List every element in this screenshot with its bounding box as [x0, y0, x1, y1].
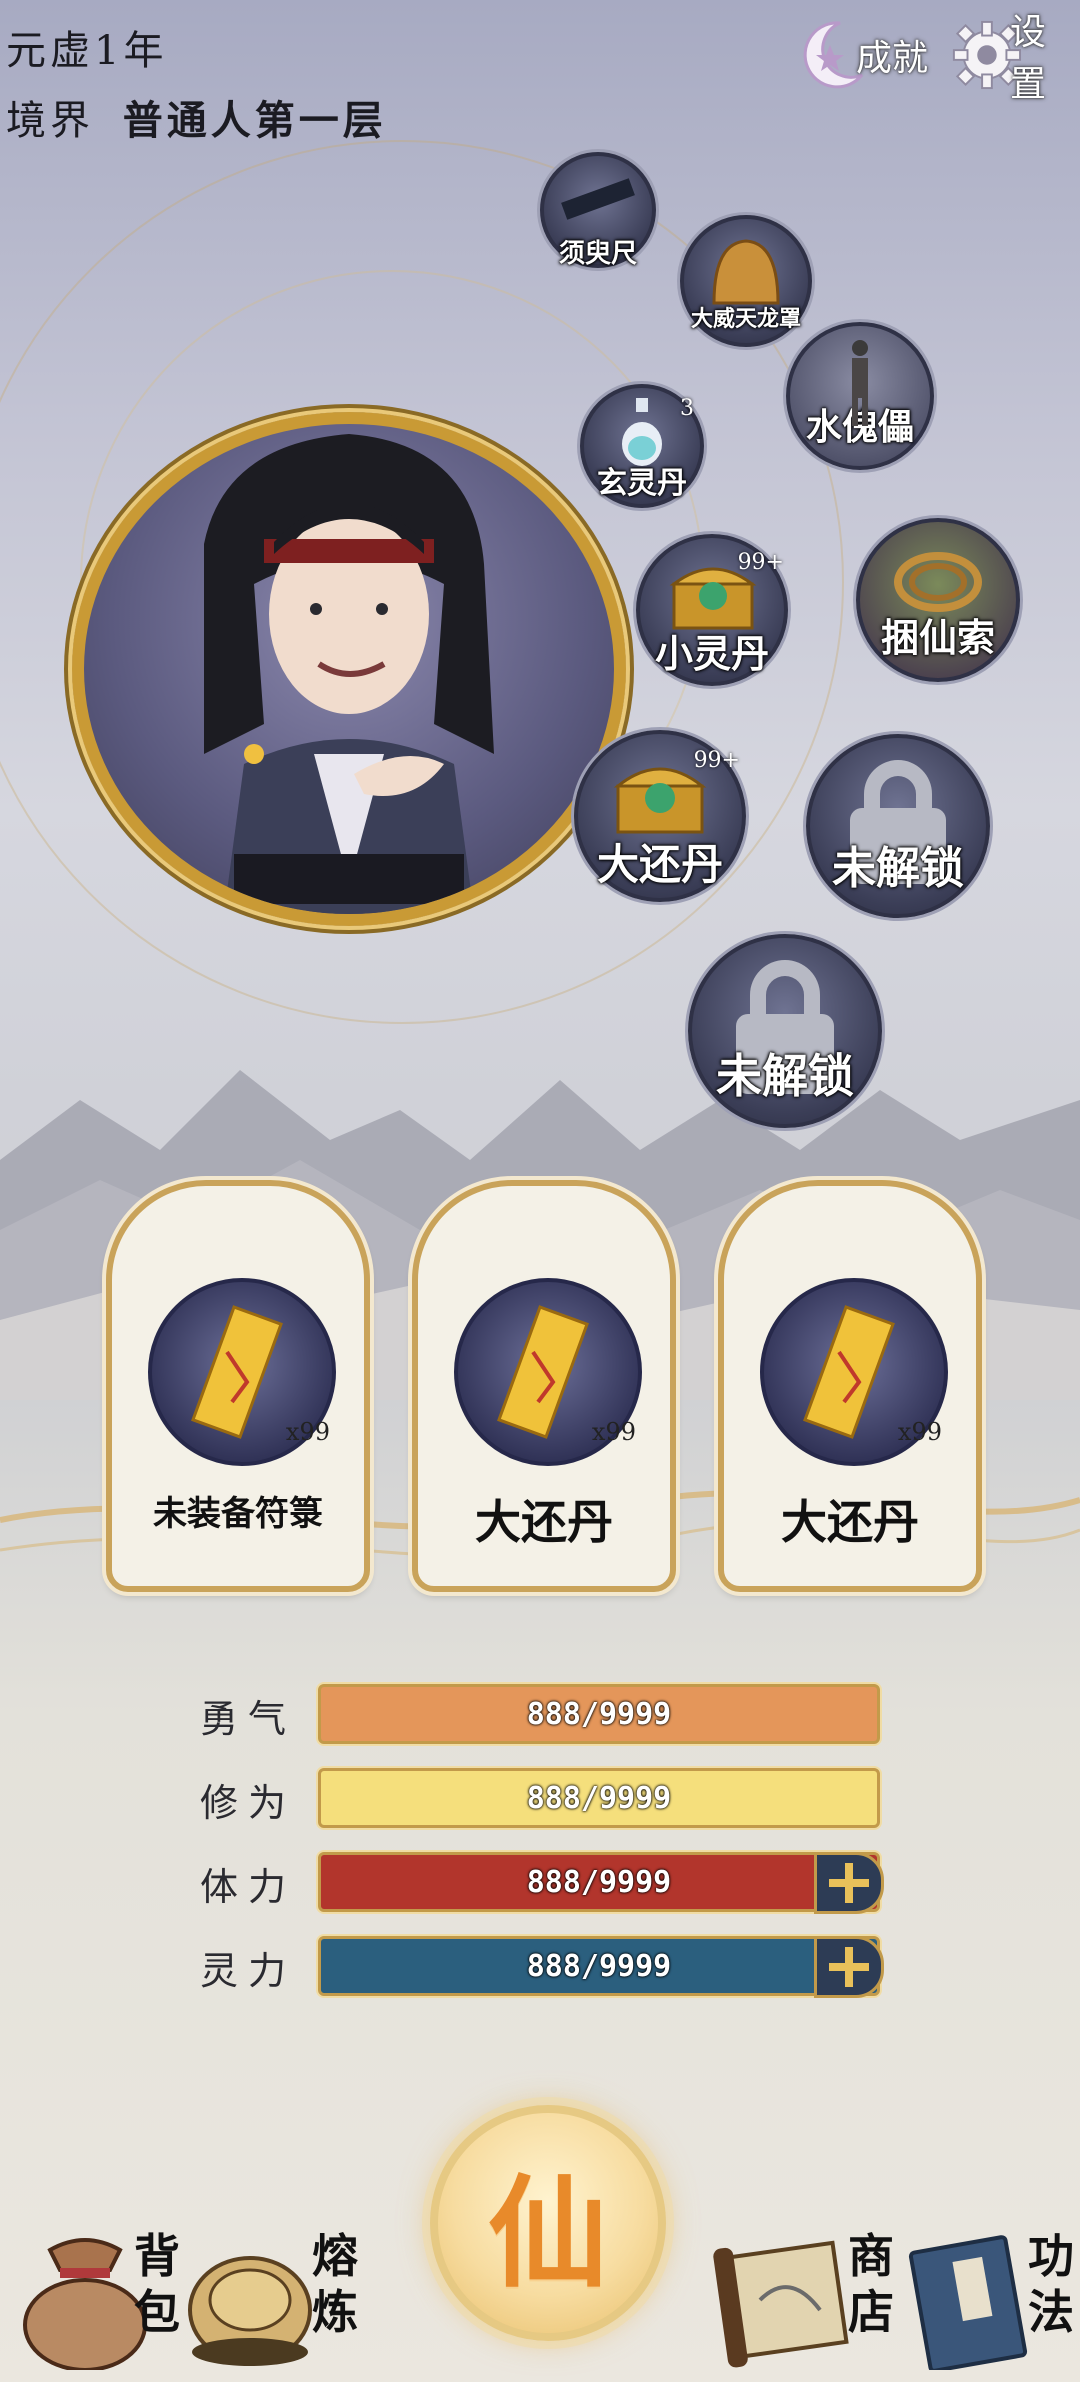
equipment-slot[interactable]: 水傀儡: [786, 322, 934, 470]
stat-value: 888/9999: [526, 1780, 672, 1816]
stat-value: 888/9999: [526, 1864, 672, 1900]
talisman-slot-card[interactable]: x99 大还丹: [412, 1180, 676, 1592]
stat-label-courage: 勇气: [200, 1697, 297, 1741]
cultivate-label: 仙: [488, 2163, 608, 2304]
nav-bag-label: 背包: [134, 2229, 180, 2339]
cultivate-button[interactable]: 仙: [430, 2105, 666, 2341]
equipment-slot[interactable]: 99+ 小灵丹: [636, 534, 788, 686]
talisman-slot-card[interactable]: x99 未装备符箓: [106, 1180, 370, 1592]
stat-bar-courage: 888/9999: [318, 1684, 880, 1744]
talisman-count: x99: [897, 1418, 942, 1446]
equipment-slot[interactable]: 3 玄灵丹: [580, 384, 704, 508]
stat-value: 888/9999: [526, 1696, 672, 1732]
talisman-title: 大还丹: [781, 1495, 919, 1549]
equipment-name: 未解锁: [716, 1049, 854, 1103]
nav-smelt[interactable]: 熔炼: [180, 2220, 370, 2370]
stat-bar-cultivation: 888/9999: [318, 1768, 880, 1828]
potion-bottle-icon: [622, 398, 662, 466]
equipment-name: 大还丹: [596, 840, 723, 889]
settings-button[interactable]: 设置: [950, 10, 1080, 105]
lock-icon: [750, 960, 820, 1020]
rope-icon: [894, 552, 982, 612]
scroll-map-icon: [713, 2240, 849, 2368]
stat-label-spirit: 灵力: [200, 1949, 297, 1993]
stat-label-cultivation: 修为: [200, 1781, 297, 1825]
equipment-name: 未解锁: [832, 843, 964, 894]
equipment-name: 须臾尺: [558, 239, 637, 269]
stat-label-stamina: 体力: [200, 1865, 297, 1909]
realm-value: 普通人第一层: [122, 97, 387, 144]
talisman-title: 未装备符箓: [153, 1494, 323, 1534]
nav-shop-label: 商店: [848, 2229, 894, 2339]
puppet-icon: [852, 340, 868, 426]
equipment-slot[interactable]: 99+ 大还丹: [574, 730, 746, 902]
nav-skills[interactable]: 功法: [900, 2220, 1080, 2370]
ruler-icon: [561, 178, 635, 220]
stat-bar-spirit: 888/9999: [318, 1936, 880, 1996]
add-stamina-button[interactable]: [814, 1852, 884, 1914]
achievements-button[interactable]: 成就: [800, 10, 928, 100]
year-label: 元虚1年: [6, 28, 168, 74]
talisman-slot-card[interactable]: x99 大还丹: [718, 1180, 982, 1592]
smelt-furnace-icon: [188, 2256, 312, 2366]
equipment-count: 3: [680, 396, 694, 421]
equipment-slot[interactable]: 须臾尺: [540, 152, 656, 269]
equipment-count: 99+: [693, 748, 740, 773]
stat-value: 888/9999: [526, 1948, 672, 1984]
nav-shop[interactable]: 商店: [710, 2220, 900, 2370]
bag-icon: [23, 2238, 147, 2370]
equipment-slot-locked[interactable]: 未解锁: [688, 934, 882, 1128]
book-icon: [908, 2235, 1028, 2370]
character-illustration: [204, 434, 494, 914]
add-spirit-button[interactable]: [814, 1936, 884, 1998]
talisman-count: x99: [591, 1418, 636, 1446]
equipment-slot[interactable]: 捆仙索: [856, 518, 1020, 682]
talisman-title: 大还丹: [475, 1495, 613, 1549]
character-portrait[interactable]: [72, 412, 626, 926]
equipment-slot-locked[interactable]: 未解锁: [806, 734, 990, 918]
nav-skills-label: 功法: [1028, 2229, 1074, 2339]
talisman-count: x99: [285, 1418, 330, 1446]
golden-bell-icon: [712, 239, 780, 305]
realm-label: 境界: [6, 98, 94, 144]
nav-bag[interactable]: 背包: [20, 2220, 190, 2370]
achievements-label: 成就: [856, 38, 929, 79]
settings-label: 设置: [1009, 12, 1046, 105]
stat-bar-stamina: 888/9999: [318, 1852, 880, 1912]
equipment-slot[interactable]: 大威天龙罩: [680, 215, 812, 347]
equipment-count: 99+: [737, 550, 784, 575]
nav-smelt-label: 熔炼: [312, 2229, 358, 2339]
realm-row: 境界 普通人第一层: [6, 88, 387, 146]
